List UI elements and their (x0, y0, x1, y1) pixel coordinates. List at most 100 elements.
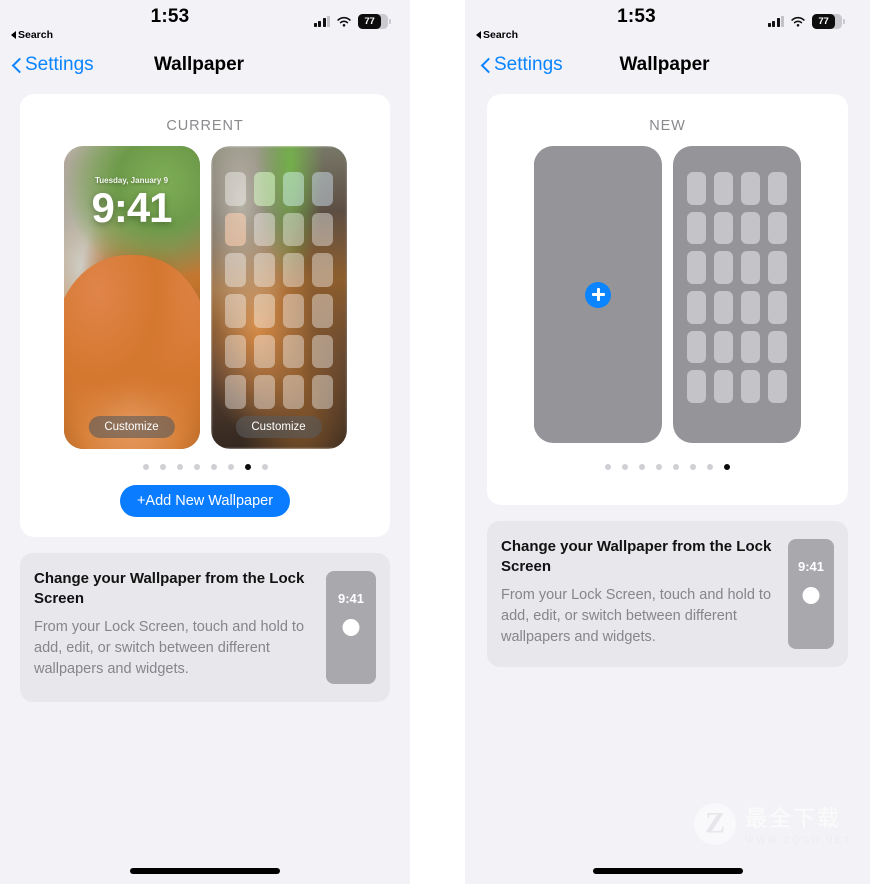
app-icon (768, 211, 787, 245)
status-bar: 1:53 Search 77 (0, 0, 410, 46)
page-dot[interactable] (193, 464, 200, 470)
nav-bar: Settings Wallpaper (0, 46, 410, 94)
app-icon (741, 251, 760, 284)
page-dots-left[interactable] (20, 456, 390, 472)
wifi-icon (790, 16, 806, 28)
app-icon (714, 291, 733, 324)
battery-icon: 77 (812, 14, 845, 29)
app-icon (253, 212, 275, 247)
mini-lock-screen-illustration: 9:41 (788, 539, 834, 649)
info-card: Change your Wallpaper from the Lock Scre… (487, 521, 848, 667)
app-icon (714, 211, 733, 245)
app-icon (311, 253, 333, 287)
status-bar-back-to-search[interactable]: Search (11, 29, 53, 41)
status-bar-indicators: 77 (313, 14, 391, 29)
watermark-title: 最全下载 (745, 806, 842, 831)
add-wallpaper-plus-icon[interactable] (585, 281, 611, 308)
page-dot[interactable] (261, 464, 268, 470)
home-indicator (592, 868, 743, 874)
page-title: Wallpaper (619, 54, 710, 75)
customize-button-home[interactable]: Customize (235, 416, 322, 438)
page-dots-right[interactable] (487, 456, 848, 472)
app-icon-grid (673, 146, 801, 443)
app-icon (741, 330, 760, 364)
page-dot[interactable] (142, 464, 149, 470)
info-text-block: Change your Wallpaper from the Lock Scre… (501, 537, 776, 648)
status-bar-back-label: Search (18, 29, 54, 41)
content-area: NEW Change your Wallpaper from the Lock … (465, 94, 870, 667)
battery-percent: 77 (364, 16, 375, 27)
watermark-text-block: 最全下载 WWW.ZQGD.NET (745, 801, 852, 846)
section-label-current: CURRENT (166, 118, 244, 134)
page-dot[interactable] (227, 464, 234, 470)
app-icon (282, 212, 304, 247)
lock-screen-time: 9:41 (91, 184, 172, 231)
watermark-logo-letter: Z (705, 805, 726, 839)
lock-screen-preview[interactable]: Tuesday, January 9 9:41 Customize (63, 146, 200, 449)
page-dot[interactable] (690, 464, 696, 470)
page-dot[interactable] (244, 464, 251, 470)
mini-lock-screen-time: 9:41 (337, 591, 365, 606)
info-title: Change your Wallpaper from the Lock Scre… (501, 538, 772, 575)
page-dot[interactable] (707, 464, 713, 470)
back-triangle-icon (476, 31, 481, 39)
app-icon (741, 172, 760, 205)
home-screen-preview[interactable]: Customize (210, 146, 347, 449)
page-dot[interactable] (159, 464, 166, 470)
page-title: Wallpaper (153, 54, 245, 75)
app-icon (687, 291, 706, 324)
app-icon (714, 330, 733, 364)
status-bar: 1:53 Search 77 (465, 0, 870, 46)
page-dot[interactable] (639, 464, 645, 470)
add-wallpaper-row: +Add New Wallpaper (20, 472, 390, 537)
page-dot[interactable] (176, 464, 183, 470)
phone-screen-left: 1:53 Search 77 Settings Wallpaper CURREN… (0, 0, 410, 884)
page-dot[interactable] (605, 464, 611, 470)
app-icon-grid (211, 146, 347, 449)
home-screen-preview[interactable] (673, 146, 801, 443)
info-text-block: Change your Wallpaper from the Lock Scre… (34, 569, 314, 680)
site-watermark: Z 最全下载 WWW.ZQGD.NET (694, 801, 852, 846)
app-icon (687, 370, 706, 403)
app-icon (741, 211, 760, 245)
new-wallpaper-placeholder[interactable] (534, 146, 662, 443)
app-icon (253, 375, 275, 409)
app-icon (282, 375, 304, 409)
app-icon (253, 294, 275, 328)
wallpaper-carousel[interactable] (487, 146, 848, 456)
info-body: From your Lock Screen, touch and hold to… (34, 618, 305, 677)
info-card: Change your Wallpaper from the Lock Scre… (20, 553, 390, 702)
app-icon (311, 172, 333, 206)
battery-icon: 77 (358, 14, 391, 29)
page-dot[interactable] (210, 464, 217, 470)
app-icon (687, 330, 706, 364)
app-icon (311, 294, 333, 328)
cellular-signal-icon (767, 16, 784, 27)
page-dot[interactable] (724, 464, 730, 470)
app-icon (311, 375, 333, 409)
wifi-icon (336, 16, 352, 28)
app-icon (282, 294, 304, 328)
app-icon (768, 370, 787, 403)
app-icon (768, 251, 787, 284)
add-new-wallpaper-button[interactable]: +Add New Wallpaper (119, 485, 291, 517)
watermark-url: WWW.ZQGD.NET (745, 835, 852, 846)
nav-bar: Settings Wallpaper (465, 46, 870, 94)
wallpaper-card: CURRENT Tuesday, January 9 9:41 Customiz… (20, 94, 390, 537)
page-dot[interactable] (673, 464, 679, 470)
page-dot[interactable] (622, 464, 628, 470)
content-area: CURRENT Tuesday, January 9 9:41 Customiz… (0, 94, 410, 702)
info-body: From your Lock Screen, touch and hold to… (501, 586, 772, 645)
app-icon (714, 251, 733, 284)
app-icon (282, 334, 304, 369)
status-bar-back-to-search[interactable]: Search (476, 29, 518, 41)
app-icon (224, 375, 246, 409)
app-icon (687, 251, 706, 284)
watermark-logo-icon: Z (694, 802, 737, 845)
battery-percent: 77 (818, 16, 829, 27)
page-dot[interactable] (656, 464, 662, 470)
customize-button-lock[interactable]: Customize (88, 416, 175, 438)
touch-and-hold-dot-icon (802, 587, 820, 604)
status-bar-back-label: Search (483, 29, 519, 41)
wallpaper-carousel[interactable]: Tuesday, January 9 9:41 Customize Custom… (20, 146, 390, 456)
